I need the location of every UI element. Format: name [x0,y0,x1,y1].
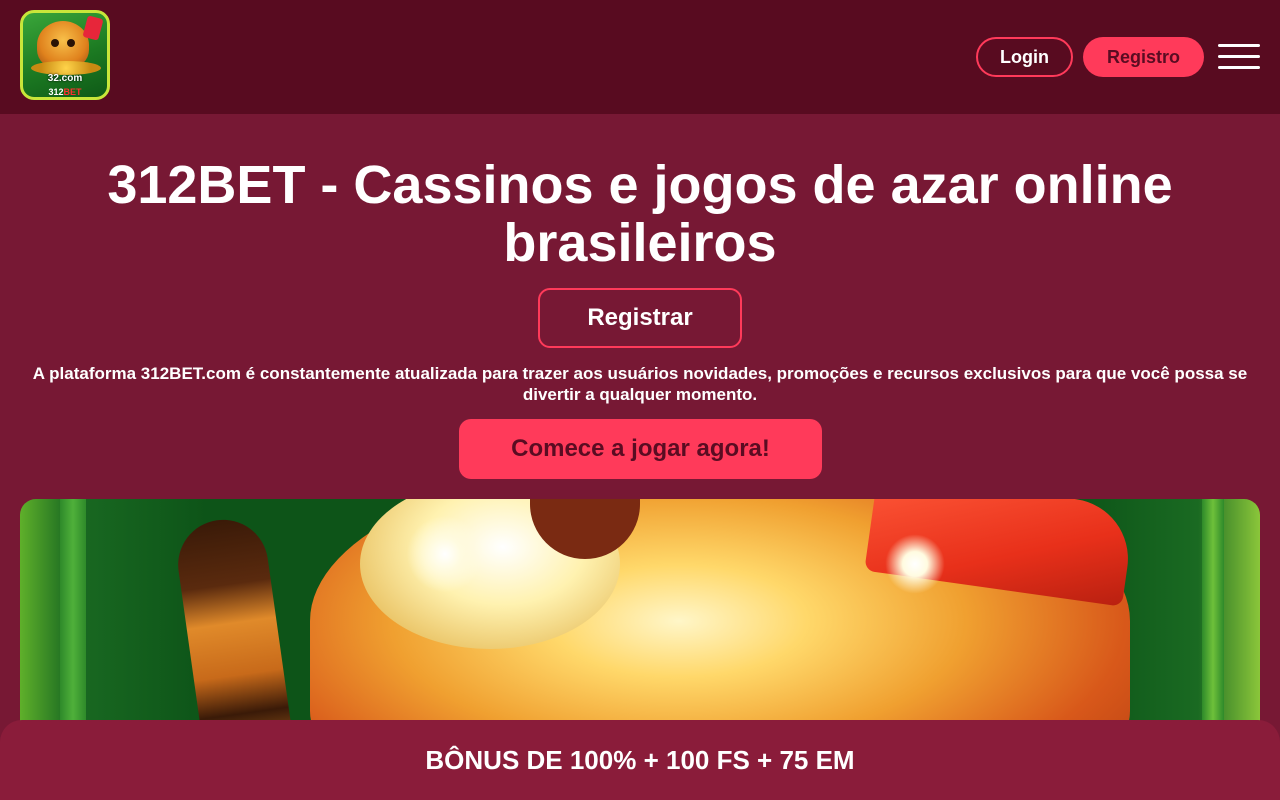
start-playing-button[interactable]: Comece a jogar agora! [459,419,822,479]
sparkle-icon [880,529,950,599]
menu-line [1218,66,1260,69]
hamburger-menu-icon[interactable] [1218,44,1260,70]
red-envelope-icon [82,15,104,41]
page-title: 312BET - Cassinos e jogos de azar online… [107,155,1173,273]
logo-brand-prefix: 312 [48,87,64,97]
logo-brand-text: 312BET [23,87,107,97]
registrar-button[interactable]: Registrar [538,288,742,348]
hero-description: A plataforma 312BET.com é constantemente… [32,364,1248,404]
bonus-bar[interactable]: BÔNUS DE 100% + 100 FS + 75 EM [0,720,1280,800]
site-logo[interactable]: 32.com 312BET [20,10,110,100]
menu-line [1218,55,1260,58]
logo-domain-text: 32.com [47,73,83,84]
site-header: 32.com 312BET Login Registro [0,0,1280,114]
logo-brand-suffix: BET [63,87,82,97]
register-button[interactable]: Registro [1083,37,1204,77]
login-button[interactable]: Login [976,37,1073,77]
menu-line [1218,44,1260,47]
sparkle-icon [400,509,490,599]
